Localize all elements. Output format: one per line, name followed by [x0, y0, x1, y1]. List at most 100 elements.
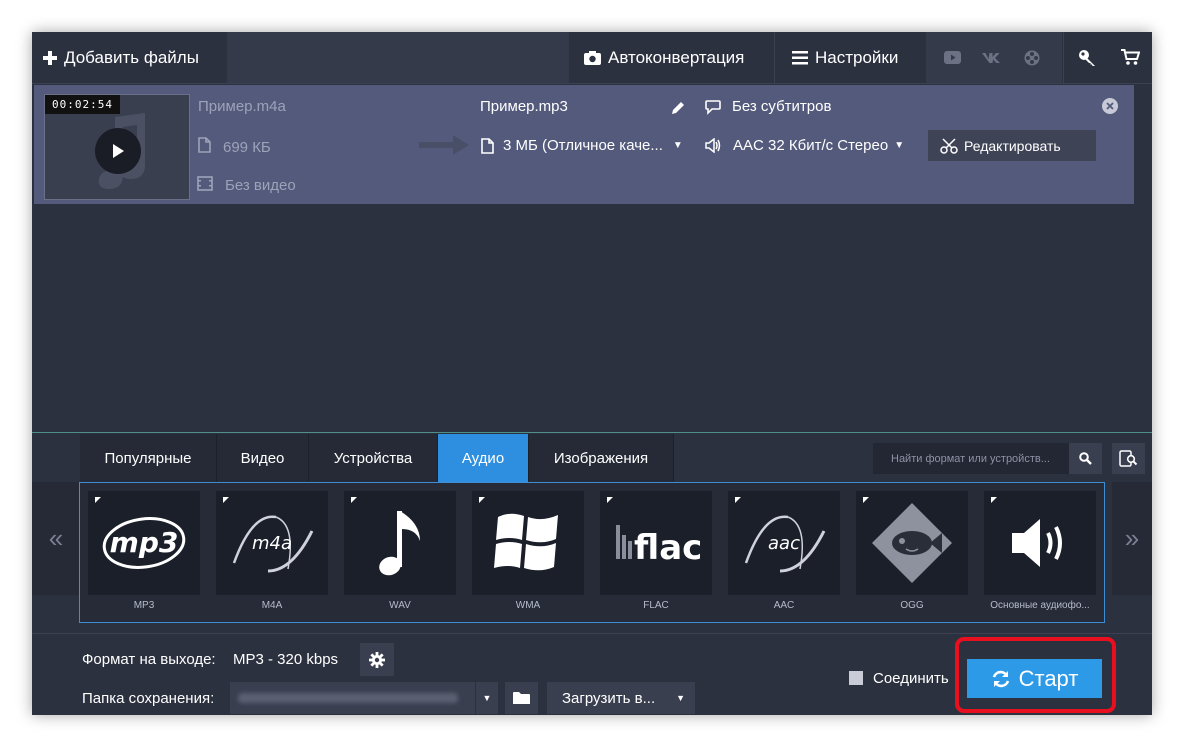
- folder-icon: [513, 692, 530, 704]
- tabs-left-gap: [32, 434, 80, 482]
- subtitles-value: Без субтитров: [732, 98, 832, 115]
- add-files-label: Добавить файлы: [64, 47, 199, 67]
- tab-devices-label: Устройства: [333, 449, 413, 467]
- output-size-dropdown[interactable]: 3 МБ (Отличное каче... ▼: [481, 137, 683, 154]
- tile-corner: [735, 497, 741, 503]
- film-reel-icon[interactable]: [1017, 32, 1047, 83]
- format-tile-aac[interactable]: aac: [728, 491, 840, 595]
- tile-corner: [95, 497, 101, 503]
- source-filename: Пример.m4a: [198, 98, 286, 115]
- tile-corner: [351, 497, 357, 503]
- source-video: Без видео: [197, 176, 296, 195]
- play-button[interactable]: [95, 128, 141, 174]
- close-icon[interactable]: [1102, 98, 1118, 114]
- format-tile-mp3[interactable]: mp3: [88, 491, 200, 595]
- join-checkbox[interactable]: [849, 671, 863, 685]
- tile-corner: [863, 497, 869, 503]
- output-format-value: MP3 - 320 kbps: [233, 651, 339, 668]
- plus-icon: [43, 50, 57, 65]
- format-tile-wma[interactable]: [472, 491, 584, 595]
- tile-corner: [991, 497, 997, 503]
- device-search-icon: [1119, 450, 1138, 467]
- svg-text:flac: flac: [634, 528, 702, 568]
- tile-corner: [223, 497, 229, 503]
- output-filename[interactable]: Пример.mp3: [480, 98, 568, 115]
- speech-bubble-icon: [705, 99, 721, 115]
- key-icon[interactable]: [1063, 32, 1110, 83]
- vk-icon[interactable]: [977, 32, 1007, 83]
- speaker-icon: [705, 138, 721, 153]
- format-label-ogg: OGG: [900, 600, 924, 611]
- format-label-flac: FLAC: [643, 600, 669, 611]
- tab-popular[interactable]: Популярные: [80, 434, 217, 482]
- refresh-icon: [992, 670, 1009, 687]
- caret-down-icon: ▼: [482, 693, 492, 703]
- format-tile-flac[interactable]: flac: [600, 491, 712, 595]
- format-tile-general-audio[interactable]: [984, 491, 1096, 595]
- audio-dropdown[interactable]: AAC 32 Кбит/с Стерео ▼: [705, 137, 904, 154]
- autoconvert-button[interactable]: Автоконвертация: [569, 32, 775, 83]
- camera-icon: [584, 50, 601, 65]
- file-row[interactable]: 00:02:54 Пример.m4a 699 КБ Без видео При…: [34, 85, 1134, 204]
- save-folder-path-field[interactable]: [230, 682, 475, 714]
- start-button[interactable]: Старт: [967, 659, 1102, 698]
- format-panel: Популярные Видео Устройства Аудио Изобра…: [32, 432, 1152, 634]
- search-placeholder: Найти формат или устройств...: [891, 452, 1050, 465]
- tile-corner: [607, 497, 613, 503]
- svg-text:m4a: m4a: [252, 533, 292, 554]
- save-folder-dropdown[interactable]: ▼: [475, 682, 498, 714]
- aac-logo-icon: aac: [744, 515, 826, 573]
- audio-value: AAC 32 Кбит/с Стерео: [733, 137, 889, 154]
- format-label-aac: AAC: [773, 600, 795, 611]
- tile-corner: [479, 497, 485, 503]
- start-label: Старт: [1018, 665, 1079, 691]
- source-size: 699 КБ: [198, 137, 271, 157]
- duration-badge: 00:02:54: [45, 95, 120, 114]
- format-tile-ogg[interactable]: [856, 491, 968, 595]
- gear-icon: [369, 651, 385, 668]
- formats-prev-button[interactable]: «: [32, 482, 80, 595]
- toolbar-spacer: [227, 32, 569, 83]
- menu-icon: [792, 50, 808, 65]
- upload-to-dropdown[interactable]: Загрузить в... ▼: [547, 682, 695, 714]
- join-label: Соединить: [873, 670, 949, 687]
- scissors-icon: [940, 137, 958, 154]
- output-size-value: 3 МБ (Отличное каче...: [503, 137, 663, 154]
- tab-audio[interactable]: Аудио: [438, 434, 529, 482]
- formats-next-button[interactable]: »: [1112, 482, 1152, 595]
- edit-button[interactable]: Редактировать: [928, 130, 1096, 161]
- tab-images[interactable]: Изображения: [529, 434, 674, 482]
- tab-images-label: Изображения: [553, 449, 649, 467]
- next-arrow-icon: »: [1124, 523, 1140, 553]
- settings-button[interactable]: Настройки: [776, 32, 926, 83]
- subtitles-dropdown[interactable]: Без субтитров: [705, 98, 831, 115]
- file-thumbnail[interactable]: 00:02:54: [44, 94, 190, 200]
- source-video-value: Без видео: [225, 177, 296, 194]
- play-icon: [113, 144, 124, 158]
- bottom-bar: Формат на выходе: MP3 - 320 kbps Папка с…: [32, 633, 1152, 715]
- tab-devices[interactable]: Устройства: [309, 434, 438, 482]
- tab-video[interactable]: Видео: [217, 434, 309, 482]
- format-label-wma: WMA: [515, 600, 541, 611]
- ogg-fish-icon: [872, 503, 952, 583]
- youtube-icon[interactable]: [937, 32, 967, 83]
- format-tile-m4a[interactable]: m4a: [216, 491, 328, 595]
- output-format-label: Формат на выходе:: [82, 651, 216, 668]
- tab-audio-label: Аудио: [461, 449, 505, 467]
- pencil-icon[interactable]: [671, 101, 685, 115]
- cart-icon[interactable]: [1109, 32, 1152, 83]
- search-button[interactable]: [1069, 443, 1102, 474]
- browse-folder-button[interactable]: [505, 682, 538, 714]
- windows-logo-icon: [494, 513, 558, 571]
- output-file-icon: [481, 137, 494, 154]
- blurred-path: [238, 693, 458, 703]
- m4a-logo-icon: m4a: [232, 515, 314, 573]
- format-label-m4a: M4A: [261, 600, 283, 611]
- format-settings-button[interactable]: [360, 643, 394, 676]
- device-detect-button[interactable]: [1112, 443, 1145, 474]
- format-search-input[interactable]: Найти формат или устройств...: [873, 443, 1069, 474]
- caret-down-icon: ▼: [676, 693, 685, 703]
- mp3-logo-icon: mp3: [102, 517, 186, 569]
- format-tile-wav[interactable]: [344, 491, 456, 595]
- add-files-button[interactable]: Добавить файлы: [32, 32, 227, 83]
